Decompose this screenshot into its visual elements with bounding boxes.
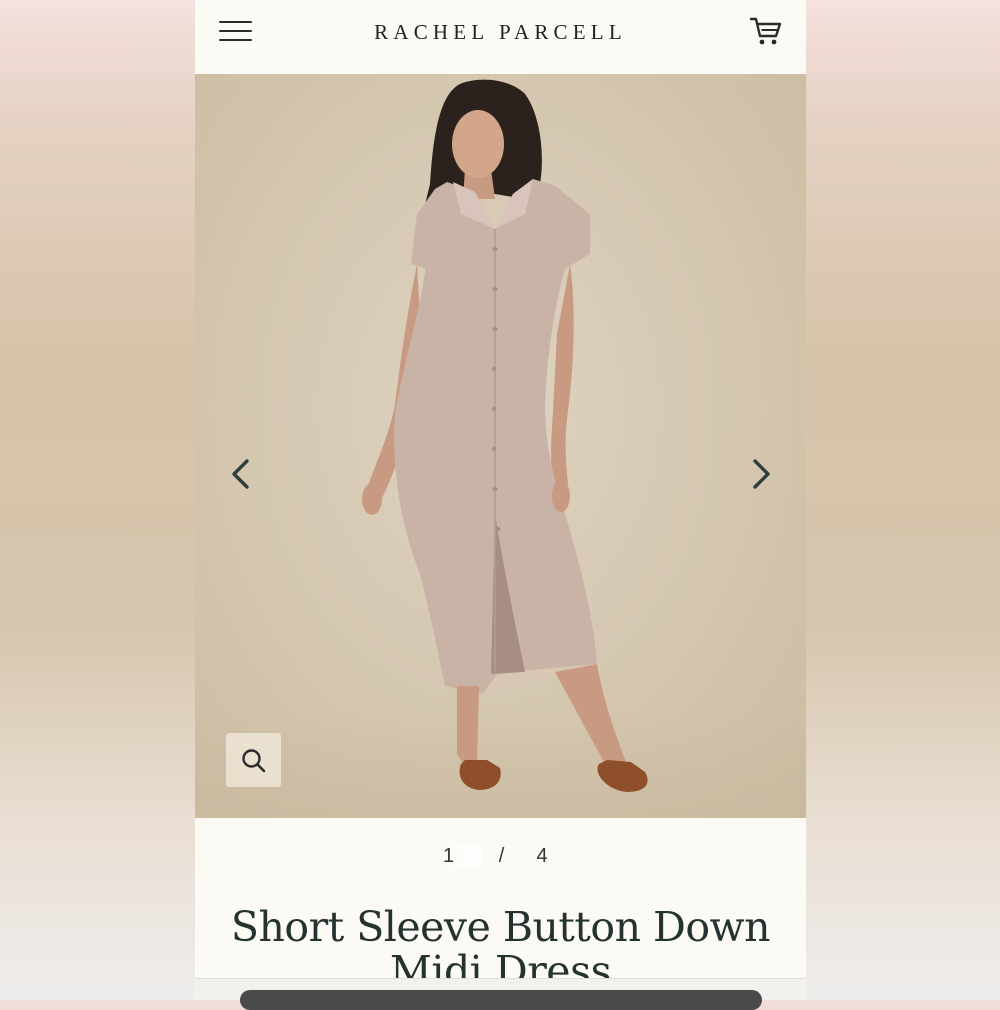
current-image-number: 1 — [438, 845, 481, 868]
site-header: RACHEL PARCELL — [195, 0, 806, 74]
product-photo-model — [362, 79, 648, 792]
brand-logo[interactable]: RACHEL PARCELL — [195, 20, 806, 45]
counter-separator: / — [498, 845, 505, 867]
chevron-right-icon[interactable] — [741, 454, 781, 494]
shopping-cart-icon[interactable] — [749, 14, 783, 48]
product-image-carousel[interactable] — [195, 74, 806, 818]
search-icon — [242, 749, 266, 773]
zoom-button[interactable] — [226, 733, 281, 787]
right-backdrop — [806, 0, 1000, 1000]
home-indicator[interactable] — [240, 990, 762, 1010]
image-counter: 1 / 4 — [195, 845, 806, 871]
chevron-left-icon[interactable] — [221, 454, 261, 494]
left-backdrop — [0, 0, 195, 1000]
mobile-page: RACHEL PARCELL 1 / 4 Short Sleeve Button… — [195, 0, 806, 1000]
total-image-count: 4 — [536, 845, 548, 867]
